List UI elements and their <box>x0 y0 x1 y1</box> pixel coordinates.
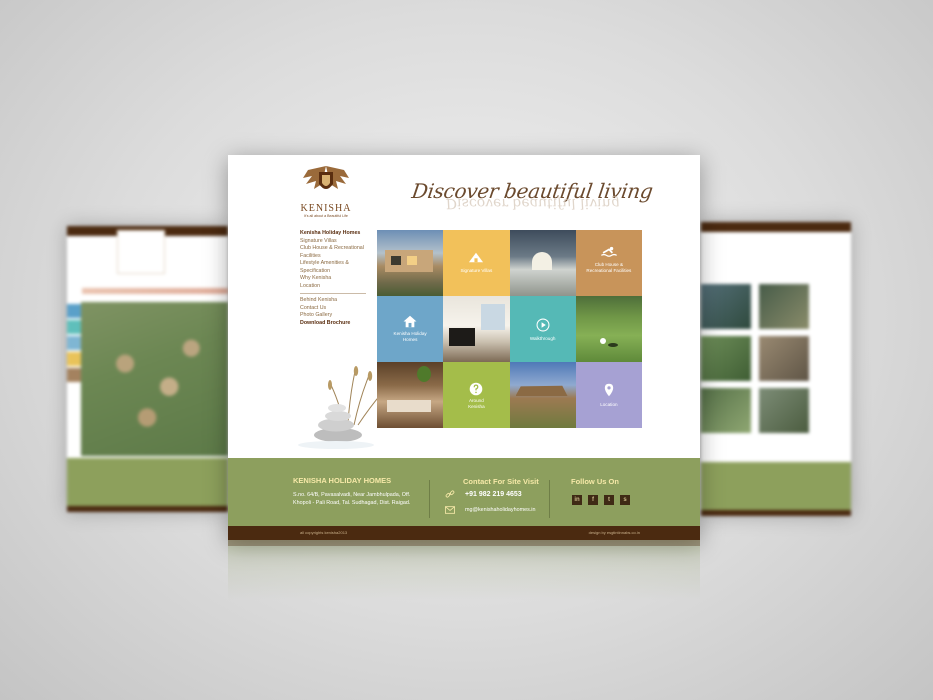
villa-roof-icon <box>469 252 484 263</box>
tile-walkthrough[interactable]: Walkthrough <box>509 296 576 362</box>
hero-script-reflection: Discover beautiful living <box>444 195 621 211</box>
footer-contact-title: Contact For Site Visit <box>463 477 539 486</box>
footer-email-row[interactable]: mg@kenishaholidayhomes.in <box>444 504 536 516</box>
nav-download-brochure[interactable]: Download Brochure <box>300 320 366 328</box>
site-footer: KENISHA HOLIDAY HOMES S.no. 64/B, Pavasa… <box>228 458 700 526</box>
footer-divider <box>429 480 430 518</box>
zen-stones-grass-image <box>298 366 383 449</box>
question-circle-icon <box>470 382 483 396</box>
logo-tagline: It's all about a Beautiful Life <box>304 214 348 218</box>
nav-lifestyle-amenities[interactable]: Lifestyle Amenities & Specification <box>300 260 366 275</box>
envelope-icon <box>444 504 456 516</box>
nav-why-kenisha[interactable]: Why Kenisha <box>300 275 366 283</box>
logo-wordmark: KENISHA <box>300 203 352 214</box>
nav-contact-us[interactable]: Contact Us <box>300 305 366 313</box>
feature-tile-grid: Signature Villas Club House & Recreation… <box>377 230 642 428</box>
right-page-thumb <box>759 284 809 329</box>
tile-around-kenisha[interactable]: Around Kenisha <box>443 362 510 428</box>
photo-tile-interior[interactable] <box>443 296 510 362</box>
link-chain-icon <box>444 488 456 500</box>
footer-company-title: KENISHA HOLIDAY HOMES <box>293 476 392 485</box>
tile-label: Club House & Recreational Facilities <box>586 262 632 273</box>
twitter-icon[interactable]: t <box>604 495 614 505</box>
footer-phone: +91 982 219 4653 <box>465 490 522 498</box>
background-page-right <box>701 222 851 516</box>
nav-behind-kenisha[interactable]: Behind Kenisha <box>300 297 366 305</box>
copyright-text: all copyrights kenisha2013 <box>300 530 348 535</box>
left-page-copybar <box>67 506 228 512</box>
right-page-copybar <box>701 510 851 516</box>
nav-divider <box>300 293 366 294</box>
nav-kenisha-holiday-homes[interactable]: Kenisha Holiday Homes <box>300 230 366 238</box>
right-page-footer <box>701 462 851 510</box>
photo-tile-villa-exterior[interactable] <box>377 230 444 296</box>
wings-shield-emblem-icon <box>303 166 349 189</box>
tile-label: Signature Villas <box>460 268 493 273</box>
swimmer-icon <box>600 246 617 257</box>
right-page-thumb <box>701 336 751 381</box>
background-page-left <box>67 226 228 512</box>
footer-address: S.no. 64/B, Pavasalvadi, Near Jambhulpad… <box>293 492 411 506</box>
linkedin-icon[interactable]: in <box>572 495 582 505</box>
tile-label: Kenisha Holiday Homes <box>393 331 427 342</box>
right-page-thumb <box>701 388 751 433</box>
nav-photo-gallery[interactable]: Photo Gallery <box>300 312 366 320</box>
footer-follow-title: Follow Us On <box>571 477 619 486</box>
nav-signature-villas[interactable]: Signature Villas <box>300 238 366 246</box>
photo-tile-dining[interactable] <box>377 362 444 428</box>
map-pin-icon <box>604 383 614 397</box>
main-navigation: Kenisha Holiday Homes Signature Villas C… <box>300 230 366 327</box>
page-reflection-edge <box>228 540 700 546</box>
left-page-logo <box>117 230 165 274</box>
left-page-heading <box>82 288 228 294</box>
tile-location[interactable]: Location <box>575 362 642 428</box>
main-page: KENISHA It's all about a Beautiful Life … <box>228 155 700 540</box>
right-page-thumb <box>759 388 809 433</box>
right-page-thumb <box>701 284 751 329</box>
tile-club-house[interactable]: Club House & Recreational Facilities <box>575 230 642 296</box>
photo-tile-golf[interactable] <box>575 296 642 362</box>
tile-label: Location <box>600 402 618 407</box>
play-circle-icon <box>536 318 550 332</box>
social-links: in f t s <box>572 495 630 505</box>
copyright-bar: all copyrights kenisha2013 design by esg… <box>228 526 700 540</box>
tile-signature-villas[interactable]: Signature Villas <box>443 230 510 296</box>
footer-email: mg@kenishaholidayhomes.in <box>465 507 536 513</box>
footer-divider <box>549 480 550 518</box>
left-page-footer <box>67 458 228 506</box>
footer-phone-row[interactable]: +91 982 219 4653 <box>444 488 522 500</box>
skype-icon[interactable]: s <box>620 495 630 505</box>
left-page-side-tabs <box>67 304 81 384</box>
tile-label: Around Kenisha <box>468 398 485 409</box>
tile-holiday-homes[interactable]: Kenisha Holiday Homes <box>377 296 444 362</box>
facebook-icon[interactable]: f <box>588 495 598 505</box>
photo-tile-villa-night[interactable] <box>509 230 576 296</box>
nav-location[interactable]: Location <box>300 283 366 291</box>
design-credit[interactable]: design by esgtintinnabs.co.in <box>589 530 640 535</box>
nav-club-house[interactable]: Club House & Recreational Facilities <box>300 245 366 260</box>
home-icon <box>403 315 417 328</box>
right-page-thumb <box>759 336 809 381</box>
right-page-topbar <box>701 222 851 232</box>
tile-label: Walkthrough <box>529 336 556 341</box>
left-page-aerial-photo <box>81 302 228 456</box>
photo-tile-mountain[interactable] <box>509 362 576 428</box>
kenisha-logo[interactable]: KENISHA It's all about a Beautiful Life <box>300 164 352 222</box>
page-reflection <box>228 540 700 600</box>
